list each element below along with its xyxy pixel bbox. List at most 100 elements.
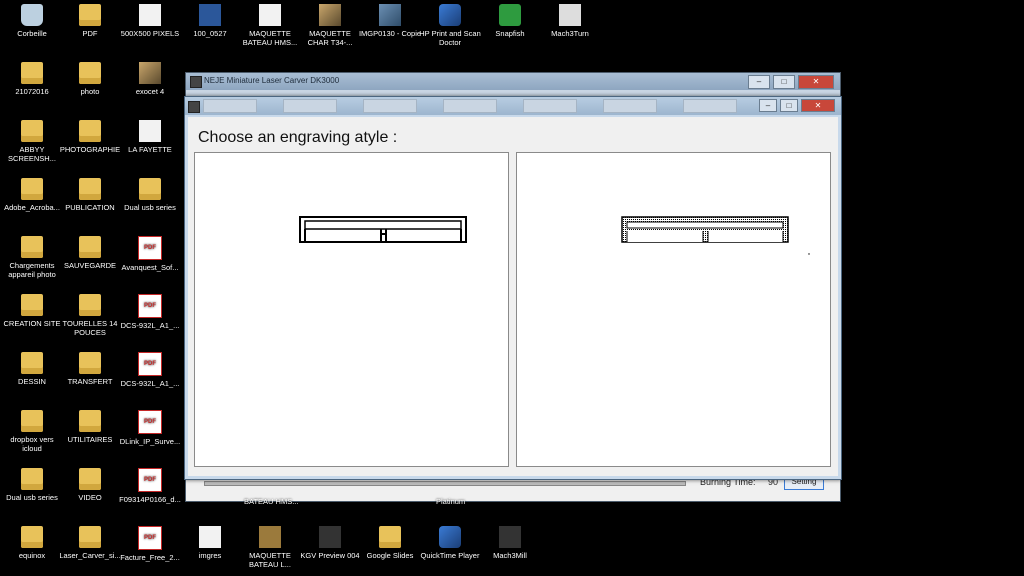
desktop-icon[interactable]: ABBYY SCREENSH... bbox=[0, 120, 64, 163]
desktop-icon-label: CREATION SITE bbox=[3, 319, 61, 328]
desktop-icon-label: Adobe_Acroba... bbox=[4, 203, 60, 212]
desktop-icon[interactable]: PDF bbox=[58, 4, 122, 38]
desktop-icon-label: photo bbox=[80, 87, 100, 96]
desktop-icon-label: QuickTime Player bbox=[420, 551, 480, 560]
folder-icon bbox=[79, 4, 101, 26]
desktop-icon[interactable]: HP Print and Scan Doctor bbox=[418, 4, 482, 47]
recycle-bin-icon bbox=[21, 4, 43, 26]
dialog-minimize-button[interactable]: – bbox=[759, 99, 777, 112]
desktop-icon[interactable]: Laser_Carver_si... bbox=[58, 526, 122, 560]
desktop-icon[interactable]: Google Slides bbox=[358, 526, 422, 560]
maximize-button[interactable]: □ bbox=[773, 75, 795, 89]
desktop-icon[interactable]: Adobe_Acroba... bbox=[0, 178, 64, 212]
hp-app-icon bbox=[439, 4, 461, 26]
desktop-icon-label: 21072016 bbox=[15, 87, 49, 96]
folder-icon bbox=[21, 410, 43, 432]
outline-style-option[interactable] bbox=[194, 152, 509, 467]
image-file-icon bbox=[259, 526, 281, 548]
desktop-icon-label: Laser_Carver_si... bbox=[59, 551, 121, 560]
pdf-icon: PDF bbox=[138, 236, 162, 260]
desktop-icon-label: Google Slides bbox=[366, 551, 414, 560]
pdf-icon: PDF bbox=[138, 526, 162, 550]
desktop-icon-label: TOURELLES 14 POUCES bbox=[62, 319, 118, 337]
quicktime-icon bbox=[439, 526, 461, 548]
close-button[interactable]: ✕ bbox=[798, 75, 834, 89]
fill-style-option[interactable] bbox=[516, 152, 831, 467]
desktop-icon[interactable]: UTILITAIRES bbox=[58, 410, 122, 444]
desktop-icon-label: IMGP0130 - Copie bbox=[358, 29, 422, 38]
desktop-icon[interactable]: PDF Facture_Free_2... bbox=[118, 526, 182, 562]
desktop-icon[interactable]: DESSIN bbox=[0, 352, 64, 386]
image-file-icon bbox=[259, 4, 281, 26]
folder-icon bbox=[21, 468, 43, 490]
desktop-icon[interactable]: 21072016 bbox=[0, 62, 64, 96]
minimize-button[interactable]: – bbox=[748, 75, 770, 89]
folder-icon bbox=[21, 62, 43, 84]
desktop-icon[interactable]: dropbox vers icloud bbox=[0, 410, 64, 453]
desktop-icon[interactable]: Chargements appareil photo bbox=[0, 236, 64, 279]
desktop-icon[interactable]: Snapfish bbox=[478, 4, 542, 38]
desktop-icon[interactable]: 500X500 PIXELS bbox=[118, 4, 182, 38]
desktop-icon-label: UTILITAIRES bbox=[67, 435, 113, 444]
desktop-icon[interactable]: Dual usb series bbox=[118, 178, 182, 212]
desktop-icon[interactable]: TOURELLES 14 POUCES bbox=[58, 294, 122, 337]
desktop-icon[interactable]: QuickTime Player bbox=[418, 526, 482, 560]
desktop-icon[interactable]: PHOTOGRAPHIE bbox=[58, 120, 122, 154]
desktop-icon-label: PUBLICATION bbox=[65, 203, 115, 212]
desktop-icon-label: DESSIN bbox=[18, 377, 46, 386]
dialog-maximize-button[interactable]: □ bbox=[780, 99, 798, 112]
engraving-style-dialog[interactable]: – □ ✕ Choose an engraving atyle : bbox=[184, 96, 842, 480]
desktop-icon[interactable]: MAQUETTE CHAR T34-... bbox=[298, 4, 362, 47]
image-file-icon bbox=[199, 526, 221, 548]
desktop-icon[interactable]: PDF DLink_IP_Surve... bbox=[118, 410, 182, 446]
desktop-icon[interactable]: IMGP0130 - Copie bbox=[358, 4, 422, 38]
desktop-icon[interactable]: imgres bbox=[178, 526, 242, 560]
desktop-icon[interactable]: PDF DCS-932L_A1_... bbox=[118, 352, 182, 388]
folder-icon bbox=[79, 178, 101, 200]
engraving-prompt: Choose an engraving atyle : bbox=[198, 129, 398, 146]
document-icon bbox=[139, 120, 161, 142]
dialog-close-button[interactable]: ✕ bbox=[801, 99, 835, 112]
desktop-icon[interactable]: KGV Preview 004 bbox=[298, 526, 362, 560]
desktop-icon-label: 500X500 PIXELS bbox=[120, 29, 180, 38]
desktop-icon[interactable]: Mach3Turn bbox=[538, 4, 602, 38]
folder-icon bbox=[21, 526, 43, 548]
desktop-icon[interactable]: LA FAYETTE bbox=[118, 120, 182, 154]
dialog-app-icon bbox=[188, 101, 200, 113]
window-title: NEJE Miniature Laser Carver DK3000 bbox=[204, 76, 340, 85]
desktop-icon[interactable]: VIDEO bbox=[58, 468, 122, 502]
desktop-icon[interactable]: exocet 4 bbox=[118, 62, 182, 96]
dialog-titlebar[interactable]: – □ ✕ bbox=[185, 97, 841, 115]
desktop-icon[interactable]: PDF DCS-932L_A1_... bbox=[118, 294, 182, 330]
desktop-icon[interactable]: photo bbox=[58, 62, 122, 96]
desktop-icon-label: MAQUETTE BATEAU HMS... bbox=[242, 29, 298, 47]
desktop-icon[interactable]: MAQUETTE BATEAU L... bbox=[238, 526, 302, 569]
desktop-icon[interactable]: 100_0527 bbox=[178, 4, 242, 38]
desktop-icon[interactable]: Dual usb series bbox=[0, 468, 64, 502]
google-slides-icon bbox=[379, 526, 401, 548]
mach3-icon bbox=[499, 526, 521, 548]
overlap-label: BATEAU HMS... bbox=[244, 497, 299, 506]
desktop-icon[interactable]: Mach3Mill bbox=[478, 526, 542, 560]
image-file-icon bbox=[379, 4, 401, 26]
power-slider[interactable] bbox=[204, 481, 686, 486]
desktop-icon[interactable]: PUBLICATION bbox=[58, 178, 122, 212]
desktop-icon[interactable]: SAUVEGARDE bbox=[58, 236, 122, 270]
desktop-icon-label: Corbeille bbox=[17, 29, 47, 38]
folder-icon bbox=[79, 120, 101, 142]
overlap-label: Platinum bbox=[436, 497, 466, 506]
desktop-icon-label: HP Print and Scan Doctor bbox=[419, 29, 481, 47]
desktop-icon-label: LA FAYETTE bbox=[128, 145, 172, 154]
desktop-icon[interactable]: CREATION SITE bbox=[0, 294, 64, 328]
desktop-icon[interactable]: TRANSFERT bbox=[58, 352, 122, 386]
desktop-icon[interactable]: Corbeille bbox=[0, 4, 64, 38]
ghost-toolbar bbox=[203, 99, 737, 113]
desktop-icon-label: Chargements appareil photo bbox=[8, 261, 56, 279]
desktop-icon[interactable]: PDF Avanquest_Sof... bbox=[118, 236, 182, 272]
desktop-icon-label: PDF bbox=[82, 29, 98, 38]
dialog-body: Choose an engraving atyle : bbox=[188, 117, 838, 476]
laser-carver-titlebar[interactable]: NEJE Miniature Laser Carver DK3000 – □ ✕ bbox=[186, 73, 840, 90]
desktop-icon[interactable]: MAQUETTE BATEAU HMS... bbox=[238, 4, 302, 47]
desktop-icon[interactable]: PDF F09314P0166_d... bbox=[118, 468, 182, 504]
desktop-icon[interactable]: equinox bbox=[0, 526, 64, 560]
